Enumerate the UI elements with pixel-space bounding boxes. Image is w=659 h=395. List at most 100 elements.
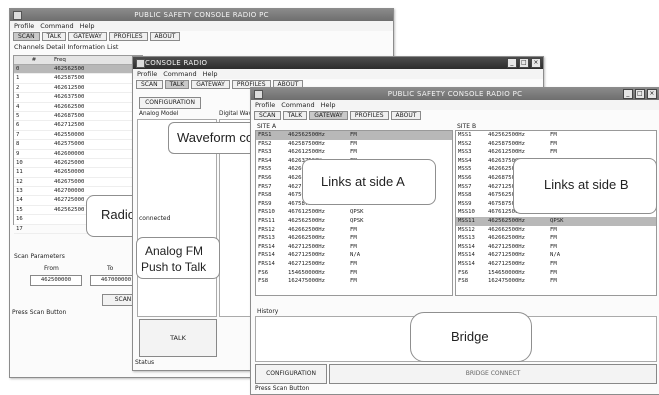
maximize-icon[interactable]: □ <box>519 58 529 68</box>
menu-help[interactable]: Help <box>203 69 218 79</box>
cell-freq: 462550000 <box>54 131 85 138</box>
menu-profile[interactable]: Profile <box>14 21 34 31</box>
list-item[interactable]: MSS14 462712500Hz N/A <box>456 251 656 260</box>
list-item[interactable]: FS6 154650000Hz FM <box>256 269 452 278</box>
list-item[interactable]: FRS10 467612500Hz QPSK <box>256 208 452 217</box>
close-icon[interactable]: × <box>647 89 657 99</box>
menu-help[interactable]: Help <box>321 100 336 110</box>
bridge-callout: Bridge <box>410 312 532 362</box>
cell-index: 1 <box>16 75 20 82</box>
console-window-titlebar[interactable]: CONSOLE RADIO _ □ × <box>133 57 543 69</box>
cell-freq: 462587500 <box>54 75 85 82</box>
tab-scan[interactable]: SCAN <box>254 111 281 120</box>
tab-about[interactable]: ABOUT <box>390 111 422 120</box>
table-row[interactable]: 8 462575000 <box>14 140 142 150</box>
cell-name: FRS10 <box>258 209 275 216</box>
cell-freq: 162475000Hz <box>488 278 526 285</box>
maximize-icon[interactable]: □ <box>635 89 645 99</box>
col-index-header[interactable]: # <box>14 56 54 64</box>
cell-mode: FM <box>550 140 557 147</box>
table-row[interactable]: 5 462687500 <box>14 112 142 122</box>
list-item[interactable]: MSS11 462562500Hz QPSK <box>456 216 656 226</box>
list-item[interactable]: FRS12 462662500Hz FM <box>256 226 452 235</box>
cell-freq: 462662500Hz <box>288 235 326 242</box>
configuration-button[interactable]: CONFIGURATION <box>255 364 327 384</box>
list-item[interactable]: FS8 162475000Hz FM <box>456 277 656 286</box>
from-input[interactable]: 462500000 <box>30 275 82 286</box>
scan-window-titlebar[interactable]: PUBLIC SAFETY CONSOLE RADIO PC <box>10 9 393 21</box>
list-item[interactable]: MSS3 462612500Hz FM <box>456 148 656 157</box>
list-item[interactable]: FRS14 462712500Hz FM <box>256 243 452 252</box>
cell-name: FRS12 <box>258 226 275 233</box>
table-row[interactable]: 3 462637500 <box>14 93 142 103</box>
minimize-icon[interactable]: _ <box>623 89 633 99</box>
table-row[interactable]: 9 462600000 <box>14 150 142 159</box>
cell-name: FRS14 <box>258 260 275 267</box>
talk-button[interactable]: TALK <box>139 319 217 357</box>
cell-freq: 462562500Hz <box>288 132 326 138</box>
tab-gateway[interactable]: GATEWAY <box>191 80 230 89</box>
table-row[interactable]: 6 462712500 <box>14 121 142 131</box>
table-row[interactable]: 1 462587500 <box>14 74 142 84</box>
tab-bar: SCAN TALK GATEWAY PROFILES ABOUT <box>251 110 659 121</box>
cell-freq: 462700000 <box>54 188 85 195</box>
tab-profiles[interactable]: PROFILES <box>349 111 389 120</box>
menu-command[interactable]: Command <box>281 100 314 110</box>
menu-help[interactable]: Help <box>80 21 95 31</box>
tab-gateway[interactable]: GATEWAY <box>68 32 107 41</box>
analog-model-label: Analog Model <box>139 111 179 117</box>
bridge-connect-button[interactable]: BRIDGE CONNECT <box>329 364 657 384</box>
list-item[interactable]: MSS14 462712500Hz FM <box>456 243 656 252</box>
cell-index: 7 <box>16 131 20 138</box>
list-item[interactable]: MSS13 462662500Hz FM <box>456 234 656 243</box>
list-item[interactable]: FRS14 462712500Hz FM <box>256 260 452 269</box>
cell-name: FRS2 <box>258 140 272 147</box>
menu-command[interactable]: Command <box>40 21 73 31</box>
tab-talk[interactable]: TALK <box>41 32 67 41</box>
list-item[interactable]: MSS2 462587500Hz FM <box>456 140 656 149</box>
table-row[interactable]: 2 462612500 <box>14 84 142 94</box>
list-item[interactable]: FS8 162475000Hz FM <box>256 277 452 286</box>
minimize-icon[interactable]: _ <box>507 58 517 68</box>
table-row[interactable]: 10 462625000 <box>14 159 142 169</box>
status-bar: Press Scan Button <box>255 385 310 392</box>
cell-name: FRS3 <box>258 149 272 156</box>
tab-profiles[interactable]: PROFILES <box>108 32 148 41</box>
menu-profile[interactable]: Profile <box>137 69 157 79</box>
cell-mode: FM <box>550 243 557 250</box>
tab-scan[interactable]: SCAN <box>136 80 163 89</box>
tab-talk[interactable]: TALK <box>164 80 190 89</box>
list-item[interactable]: FRS1 462562500Hz FM <box>256 131 452 140</box>
table-row[interactable]: 11 462650000 <box>14 168 142 178</box>
tab-about[interactable]: ABOUT <box>149 32 181 41</box>
table-row[interactable]: 0 462562500 <box>14 65 142 75</box>
list-item[interactable]: FRS2 462587500Hz FM <box>256 140 452 149</box>
tab-gateway[interactable]: GATEWAY <box>309 111 348 120</box>
col-freq-header[interactable]: Freq <box>54 56 142 64</box>
menu-command[interactable]: Command <box>163 69 196 79</box>
list-item[interactable]: MSS12 462662500Hz FM <box>456 226 656 235</box>
gateway-window-titlebar[interactable]: PUBLIC SAFETY CONSOLE RADIO PC _ □ × <box>251 88 659 100</box>
list-item[interactable]: FRS14 462712500Hz N/A <box>256 251 452 260</box>
list-item[interactable]: FRS13 462662500Hz FM <box>256 234 452 243</box>
table-row[interactable]: 7 462550000 <box>14 131 142 141</box>
cell-index: 16 <box>16 216 23 223</box>
list-item[interactable]: FRS11 462562500Hz QPSK <box>256 217 452 226</box>
list-item[interactable]: MSS1 462562500Hz FM <box>456 131 656 140</box>
list-item[interactable]: MSS14 462712500Hz FM <box>456 260 656 269</box>
configuration-button[interactable]: CONFIGURATION <box>139 97 201 109</box>
list-item[interactable]: FRS3 462612500Hz FM <box>256 148 452 157</box>
menu-profile[interactable]: Profile <box>255 100 275 110</box>
table-row[interactable]: 4 462662500 <box>14 103 142 112</box>
cell-index: 4 <box>16 103 20 110</box>
close-icon[interactable]: × <box>531 58 541 68</box>
cell-mode: N/A <box>350 252 361 259</box>
cell-name: FRS14 <box>258 243 275 250</box>
cell-name: MSS14 <box>458 252 475 259</box>
tab-scan[interactable]: SCAN <box>13 32 40 41</box>
table-row[interactable]: 12 462675000 <box>14 178 142 188</box>
cell-freq: 467612500Hz <box>288 209 326 216</box>
list-item[interactable]: FS6 154650000Hz FM <box>456 269 656 278</box>
tab-talk[interactable]: TALK <box>282 111 308 120</box>
links-side-b-text: Links at side B <box>544 177 629 192</box>
